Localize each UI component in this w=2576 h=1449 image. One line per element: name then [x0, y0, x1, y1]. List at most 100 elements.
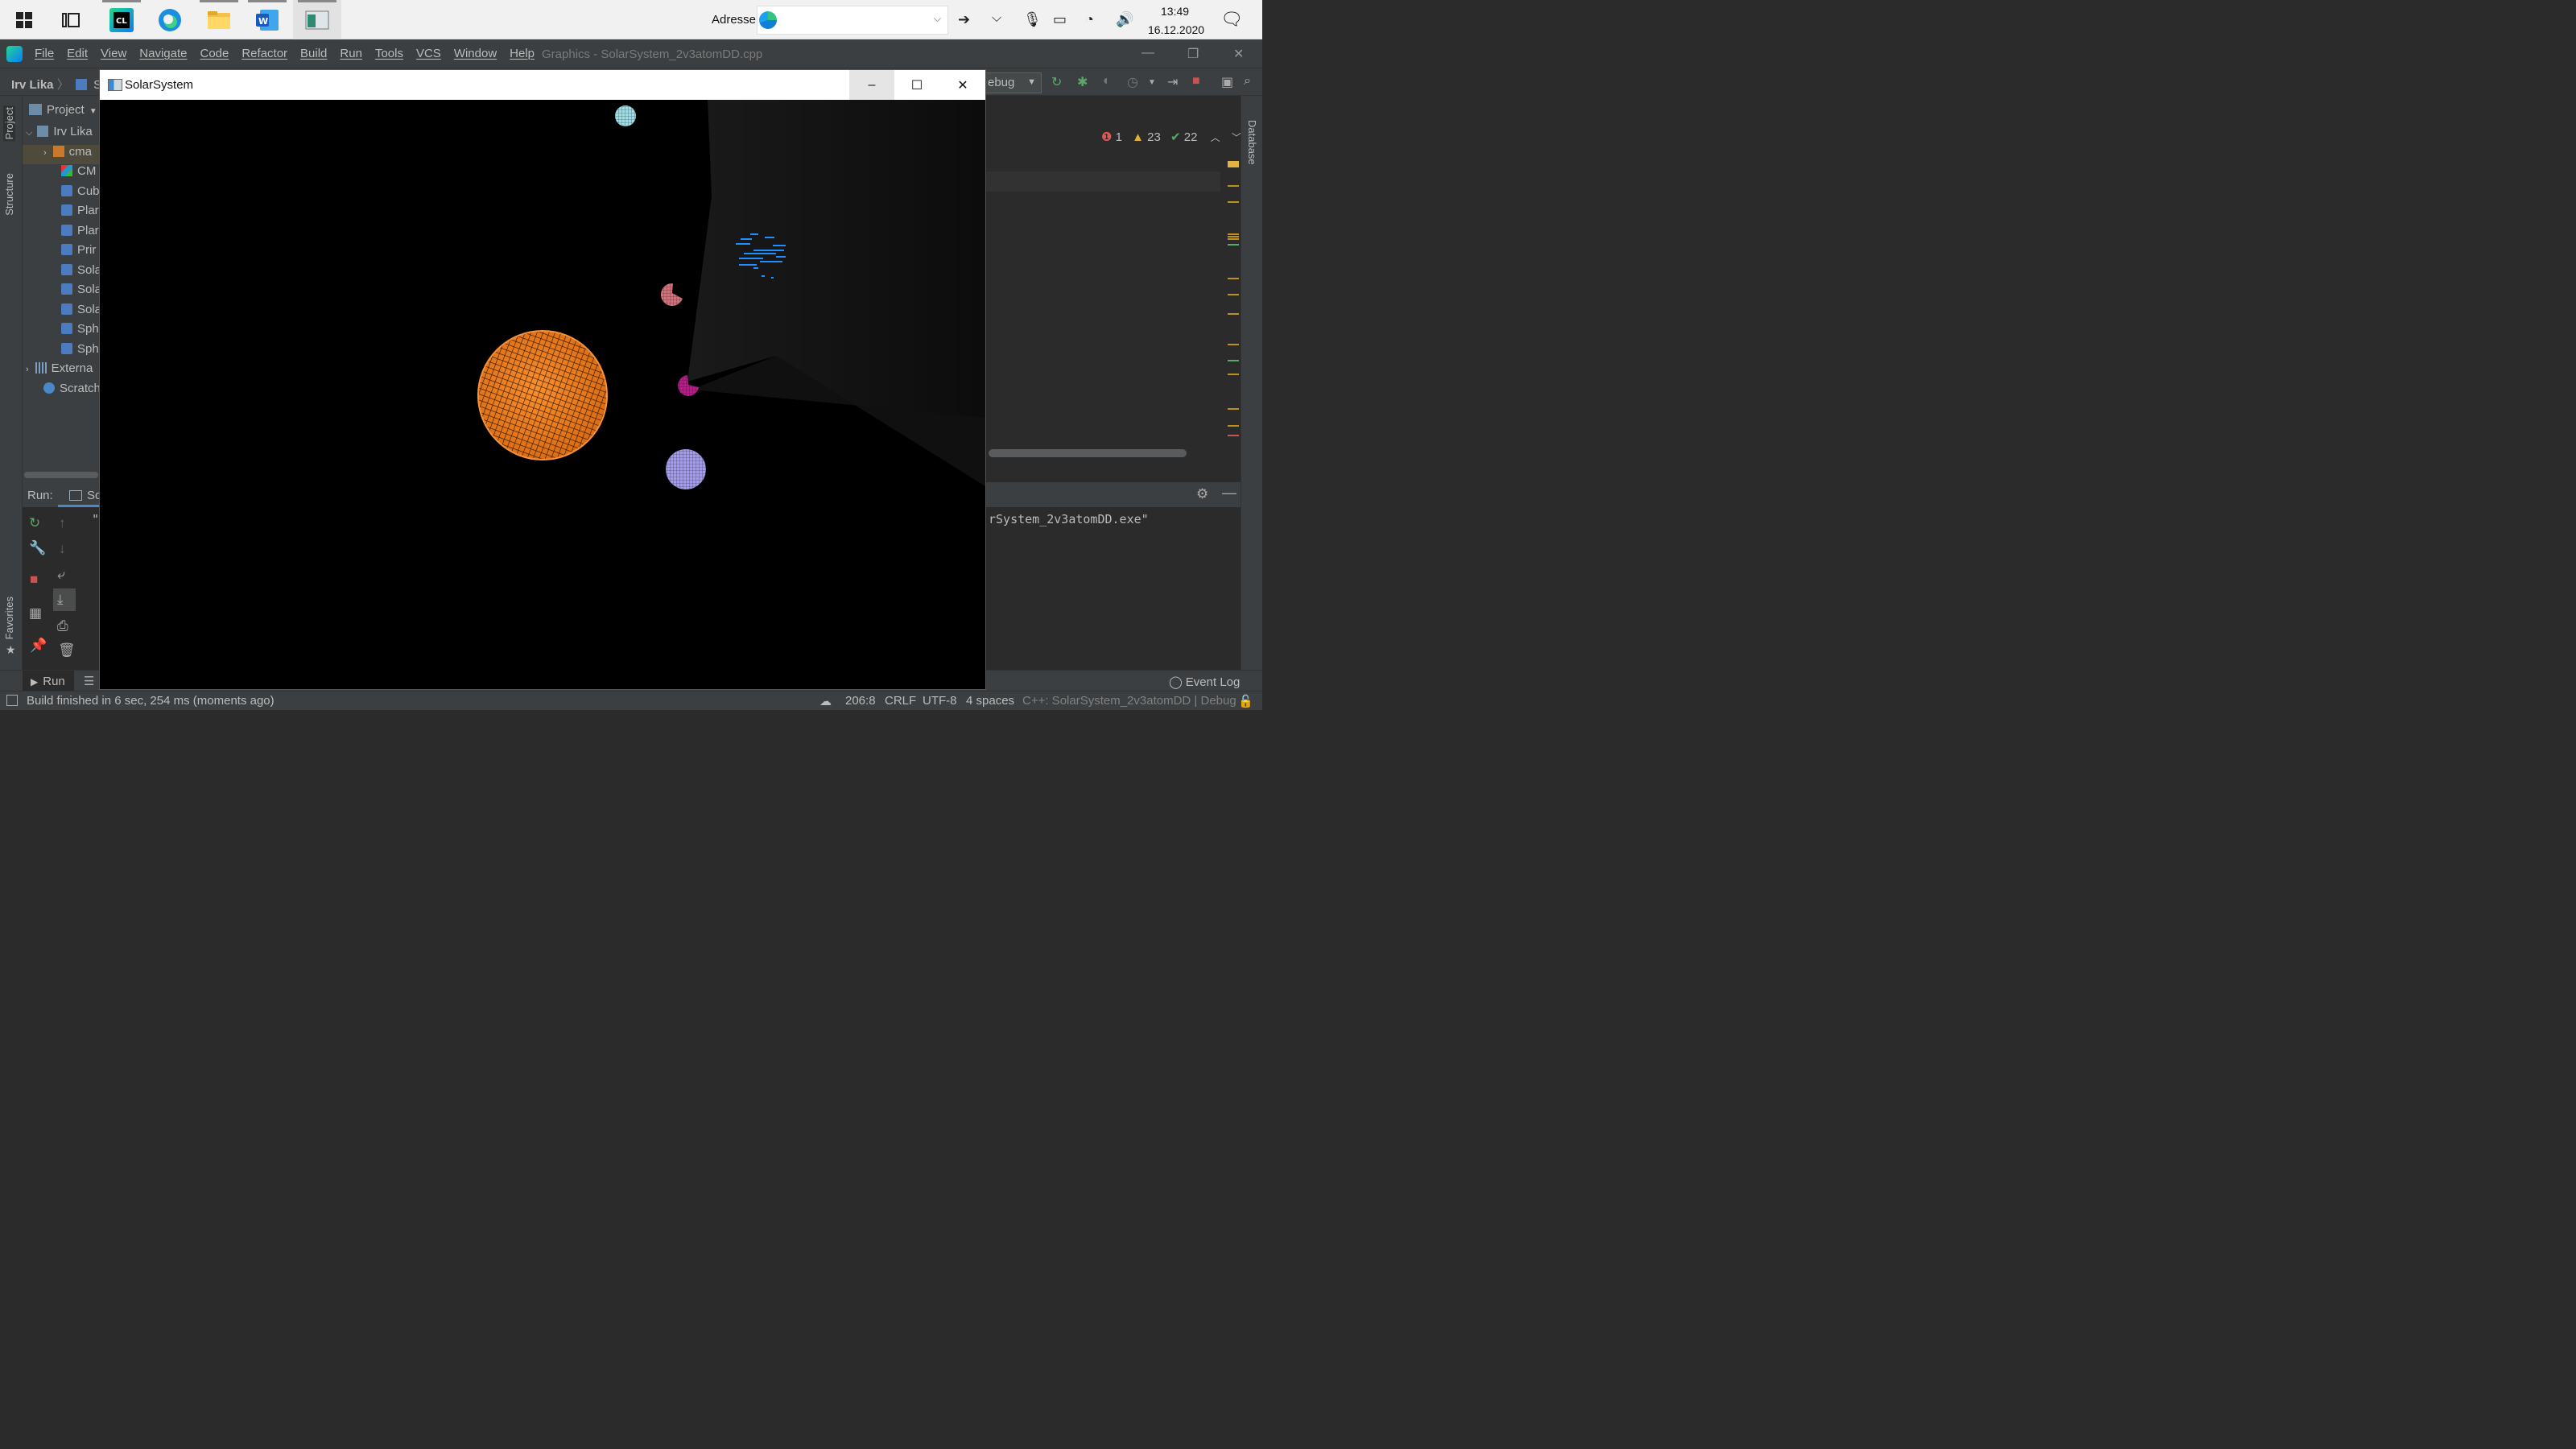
ok-mark[interactable] — [1228, 360, 1239, 361]
wrench-icon[interactable]: 🔧 — [29, 540, 46, 556]
warning-mark[interactable] — [1228, 233, 1239, 241]
editor-horizontal-scrollbar[interactable] — [989, 449, 1187, 457]
status-message[interactable]: Build finished in 6 sec, 254 ms (moments… — [27, 694, 275, 708]
project-structure-icon[interactable]: ▣ — [1221, 74, 1233, 90]
warning-mark[interactable] — [1228, 425, 1239, 427]
error-stripe[interactable] — [1225, 122, 1240, 481]
menu-file[interactable]: File — [35, 47, 54, 60]
project-view-header[interactable]: Project ▼ — [29, 103, 97, 117]
go-arrow-icon[interactable]: ➔ — [958, 11, 970, 28]
console-output-start[interactable]: " — [92, 512, 99, 526]
menu-code[interactable]: Code — [200, 47, 229, 60]
taskbar-word[interactable]: W — [243, 0, 291, 39]
resolve-context[interactable]: C++: SolarSystem_2v3atomDD | Debug — [1022, 694, 1236, 708]
tree-item-cmake-folder[interactable]: › cma — [23, 145, 100, 164]
tree-item-file[interactable]: CM — [23, 164, 100, 184]
breadcrumb-project[interactable]: Irv Lika — [11, 78, 54, 92]
rerun-icon[interactable]: ↻ — [1051, 74, 1062, 90]
tab-structure[interactable]: Structure — [3, 173, 15, 216]
planet-pink[interactable] — [660, 283, 683, 306]
trash-icon[interactable]: 🗑 — [58, 642, 76, 658]
warning-mark[interactable] — [1228, 201, 1239, 203]
search-icon[interactable]: ⌕ — [1244, 74, 1251, 89]
menu-tools[interactable]: Tools — [375, 47, 403, 60]
stop-icon[interactable]: ■ — [30, 572, 38, 588]
tree-item-scratches[interactable]: Scratch — [23, 382, 100, 401]
chevron-up-icon[interactable]: ︿ — [1211, 132, 1220, 143]
clock-date[interactable]: 16.12.2020 — [1148, 23, 1204, 36]
windows-start-button[interactable] — [6, 0, 42, 39]
layout-toggle-icon[interactable] — [6, 695, 18, 706]
tree-item-file[interactable]: Sola — [23, 263, 100, 283]
opengl-canvas[interactable] — [100, 100, 985, 689]
menu-refactor[interactable]: Refactor — [242, 47, 287, 60]
app-title-bar[interactable]: SolarSystem – ☐ ✕ — [100, 70, 985, 100]
ide-close-button[interactable]: ✕ — [1233, 46, 1244, 62]
battery-icon[interactable]: ▭ — [1053, 11, 1067, 28]
menu-view[interactable]: View — [101, 47, 126, 60]
app-minimize-button[interactable]: – — [849, 70, 894, 100]
taskbar-clion[interactable]: CL — [97, 0, 146, 39]
tab-database[interactable]: Database — [1246, 120, 1258, 165]
wifi-icon[interactable]: ◔ — [1085, 11, 1094, 28]
tree-item-file[interactable]: Plar — [23, 224, 100, 243]
warning-mark[interactable] — [1228, 161, 1239, 167]
attach-icon[interactable]: ⇥ — [1167, 74, 1178, 90]
warning-mark[interactable] — [1228, 294, 1239, 295]
taskbar-file-explorer[interactable] — [195, 0, 243, 39]
tab-run[interactable]: ▶ Run — [23, 671, 74, 691]
taskbar-solarsystem[interactable] — [293, 0, 341, 39]
warning-mark[interactable] — [1228, 344, 1239, 345]
tree-item-file[interactable]: Sola — [23, 283, 100, 302]
tab-project[interactable]: Project — [3, 105, 15, 142]
menu-vcs[interactable]: VCS — [416, 47, 441, 60]
menu-run[interactable]: Run — [340, 47, 362, 60]
tree-item-file[interactable]: Sph — [23, 322, 100, 341]
ide-minimize-button[interactable]: — — [1141, 46, 1154, 60]
chevron-down-icon[interactable]: ⌵ — [934, 13, 941, 25]
indent-setting[interactable]: 4 spaces — [966, 694, 1014, 708]
address-input[interactable]: ⌵ — [757, 6, 948, 35]
menu-window[interactable]: Window — [454, 47, 497, 60]
volume-icon[interactable]: 🔊 — [1116, 11, 1133, 28]
planet-cyan[interactable] — [615, 105, 636, 126]
menu-navigate[interactable]: Navigate — [139, 47, 187, 60]
chevron-down-icon[interactable]: ▼ — [1148, 78, 1156, 87]
stop-icon[interactable]: ■ — [1192, 74, 1200, 89]
app-close-button[interactable]: ✕ — [940, 70, 985, 100]
coverage-icon[interactable]: ◐ — [1103, 74, 1111, 89]
down-arrow-icon[interactable]: ↓ — [59, 541, 66, 557]
pin-icon[interactable]: 📌 — [30, 638, 47, 654]
notifications-icon[interactable]: 🗨 — [1220, 9, 1243, 30]
sun[interactable] — [477, 330, 608, 460]
todo-list-icon[interactable]: ☰ — [84, 674, 94, 688]
task-view-button[interactable] — [52, 0, 90, 39]
profile-icon[interactable]: ◷ — [1127, 74, 1138, 90]
inspection-widget[interactable]: ❶ 1 ▲ 23 ✔ 22 ︿ ﹀ — [1101, 130, 1241, 144]
clock-time[interactable]: 13:49 — [1161, 5, 1189, 18]
tree-item-file[interactable]: Sola — [23, 303, 100, 322]
tree-item-file[interactable]: Plar — [23, 204, 100, 223]
tab-favorites[interactable]: Favorites — [3, 597, 15, 639]
warning-mark[interactable] — [1228, 278, 1239, 279]
caret-position[interactable]: 206:8 — [845, 694, 876, 708]
console-output[interactable]: rSystem_2v3atomDD.exe" — [989, 512, 1149, 526]
lock-icon[interactable]: 🔓 — [1238, 694, 1253, 708]
tree-item-external-libraries[interactable]: › Externa — [23, 361, 100, 381]
warning-mark[interactable] — [1228, 185, 1239, 187]
run-session-tab[interactable]: Sc — [69, 489, 101, 502]
warning-mark[interactable] — [1228, 408, 1239, 410]
print-icon[interactable]: ⎙ — [57, 618, 68, 634]
error-mark[interactable] — [1228, 435, 1239, 436]
hide-panel-icon[interactable]: — — [1222, 485, 1236, 502]
file-encoding[interactable]: UTF-8 — [923, 694, 957, 708]
tree-item-file[interactable]: Cub — [23, 184, 100, 204]
services-icon[interactable]: ☁ — [819, 694, 832, 708]
scroll-to-end-icon[interactable]: ⤓ — [53, 588, 76, 611]
warning-mark[interactable] — [1228, 313, 1239, 315]
layout-icon[interactable]: ▦ — [29, 605, 42, 621]
planet-lavender[interactable] — [666, 449, 706, 489]
ide-restore-button[interactable]: ❐ — [1187, 46, 1199, 62]
tab-event-log[interactable]: ◯ Event Log — [1169, 675, 1240, 689]
rerun-icon[interactable]: ↻ — [29, 515, 40, 531]
